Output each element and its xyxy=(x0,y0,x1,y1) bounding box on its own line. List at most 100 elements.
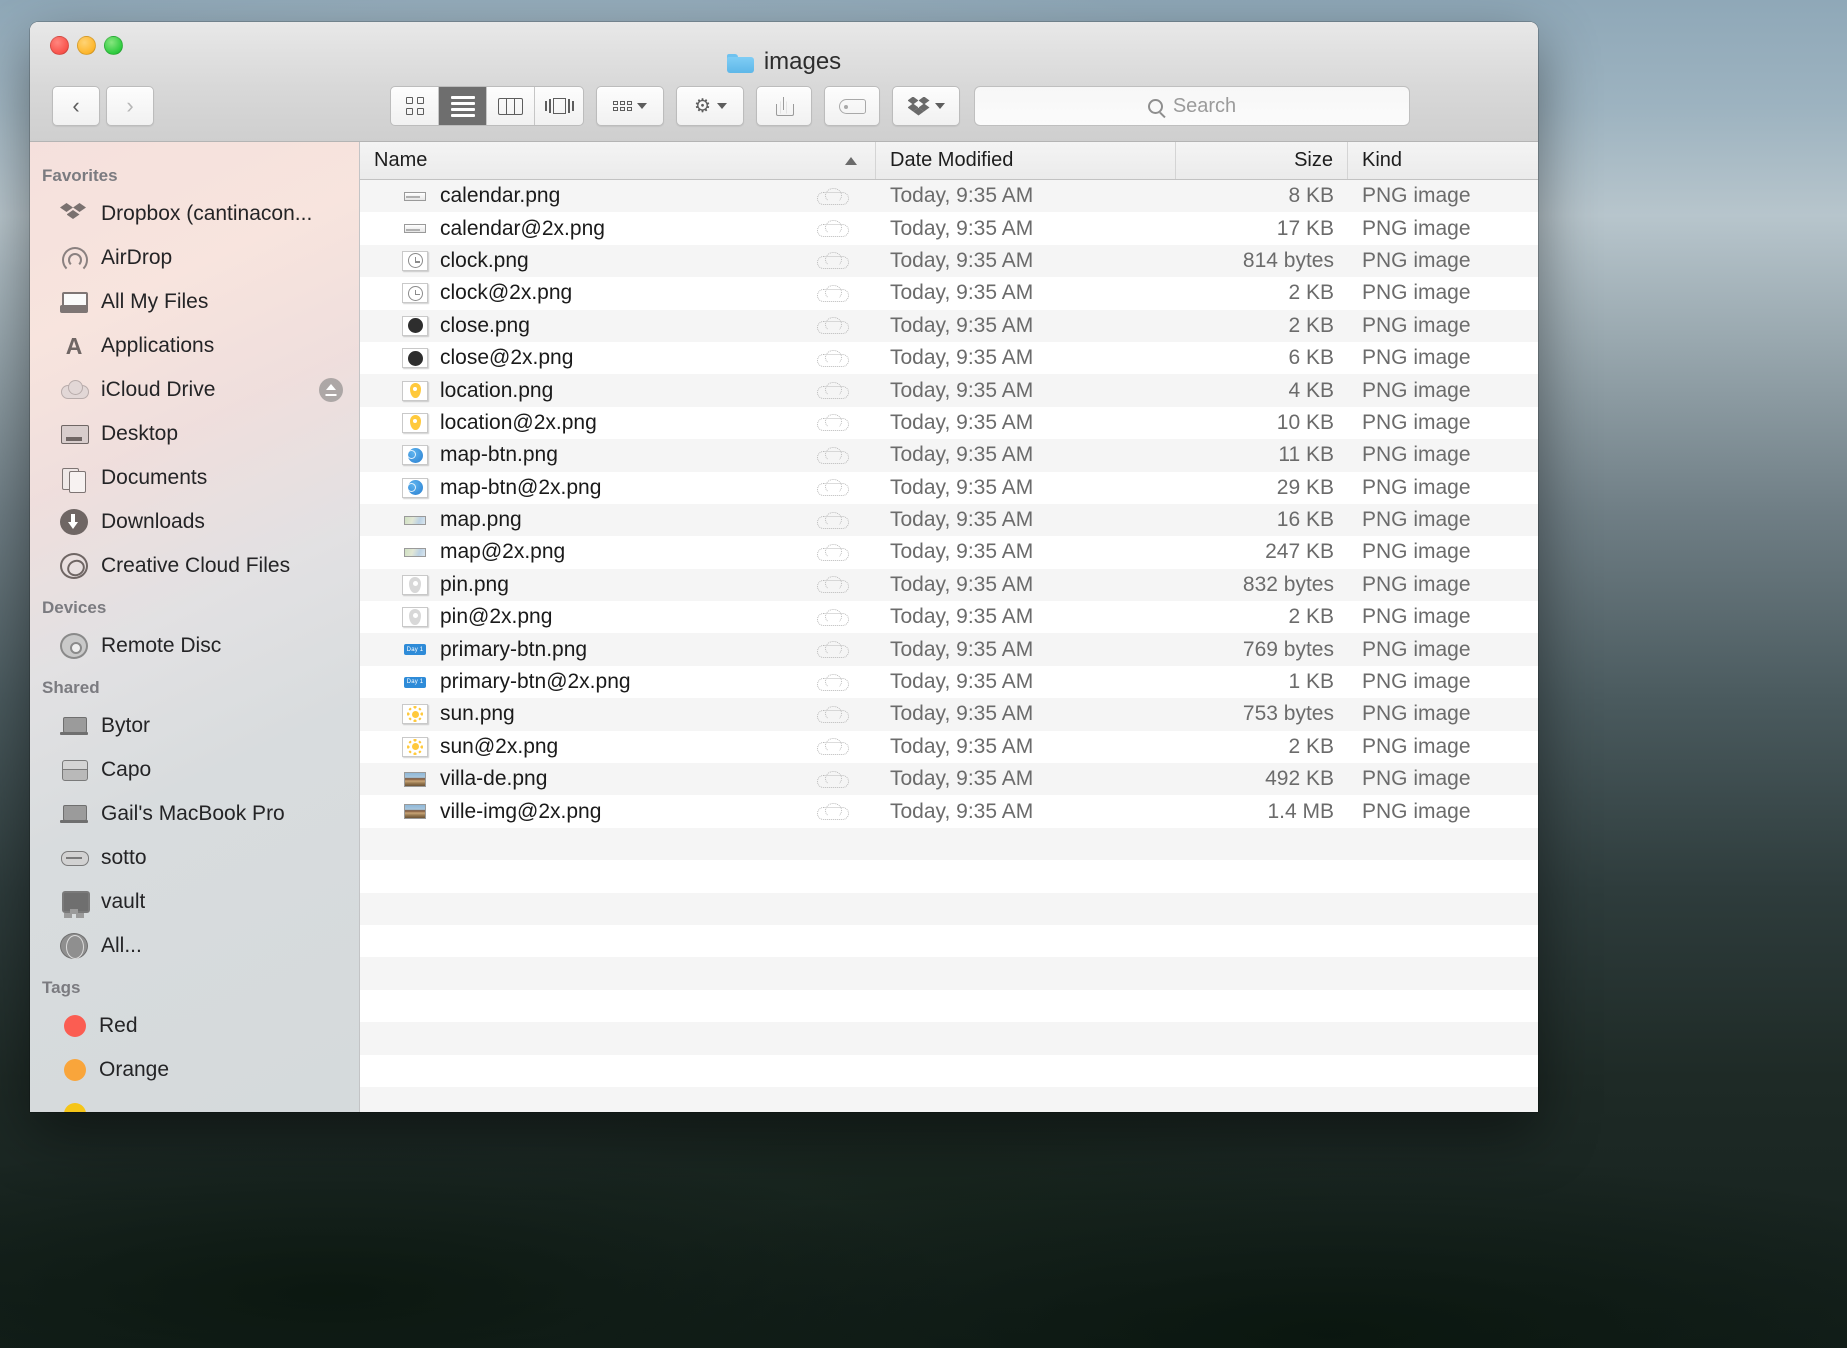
table-row[interactable]: sun@2x.pngToday, 9:35 AM2 KBPNG image xyxy=(360,731,1538,763)
file-name-cell: sun.png xyxy=(360,698,788,730)
table-row[interactable]: location.pngToday, 9:35 AM4 KBPNG image xyxy=(360,374,1538,406)
sidebar-item-downloads[interactable]: Downloads xyxy=(30,500,359,544)
edit-tags-button[interactable] xyxy=(824,86,880,126)
sidebar-item-desktop[interactable]: Desktop xyxy=(30,412,359,456)
file-size: 11 KB xyxy=(1176,439,1348,471)
table-row[interactable]: calendar@2x.pngToday, 9:35 AM17 KBPNG im… xyxy=(360,212,1538,244)
window-body: FavoritesDropbox (cantinacon...AirDropAl… xyxy=(30,142,1538,1112)
columns-icon xyxy=(498,98,523,115)
eject-icon[interactable] xyxy=(319,378,343,402)
table-row[interactable]: sun.pngToday, 9:35 AM753 bytesPNG image xyxy=(360,698,1538,730)
file-date-modified: Today, 9:35 AM xyxy=(876,212,1176,244)
action-menu-button[interactable]: ⚙ xyxy=(676,86,744,126)
file-name: primary-btn@2x.png xyxy=(440,670,631,694)
file-size: 16 KB xyxy=(1176,504,1348,536)
share-button[interactable] xyxy=(756,86,812,126)
sidebar-item-documents[interactable]: Documents xyxy=(30,456,359,500)
zoom-window-button[interactable] xyxy=(104,36,123,55)
file-thumbnail-pin xyxy=(402,575,428,595)
file-kind: PNG image xyxy=(1348,536,1538,568)
search-input[interactable]: Search xyxy=(974,86,1410,126)
sidebar-item-vault[interactable]: vault xyxy=(30,880,359,924)
sidebar-item-all-my-files[interactable]: All My Files xyxy=(30,280,359,324)
close-window-button[interactable] xyxy=(50,36,69,55)
table-row[interactable]: close@2x.pngToday, 9:35 AM6 KBPNG image xyxy=(360,342,1538,374)
file-name-cell: sun@2x.png xyxy=(360,731,788,763)
list-view-button[interactable] xyxy=(439,87,487,125)
icon-view-button[interactable] xyxy=(391,87,439,125)
villa-thumb-icon xyxy=(404,772,426,787)
file-size: 2 KB xyxy=(1176,310,1348,342)
tag-color-dot xyxy=(64,1059,86,1081)
sidebar-item-label: sotto xyxy=(101,846,147,870)
file-kind: PNG image xyxy=(1348,698,1538,730)
sync-status-cell xyxy=(788,245,876,277)
file-date-modified: Today, 9:35 AM xyxy=(876,569,1176,601)
cloud-pending-icon xyxy=(817,382,847,399)
window-titlebar[interactable]: images ‹ › xyxy=(30,22,1538,142)
file-name: close@2x.png xyxy=(440,346,573,370)
column-view-button[interactable] xyxy=(487,87,535,125)
sidebar-item-airdrop[interactable]: AirDrop xyxy=(30,236,359,280)
file-name: map@2x.png xyxy=(440,540,565,564)
sync-status-cell xyxy=(788,277,876,309)
file-name-cell: clock@2x.png xyxy=(360,277,788,309)
file-kind: PNG image xyxy=(1348,407,1538,439)
sidebar-item-gail-s-macbook-pro[interactable]: Gail's MacBook Pro xyxy=(30,792,359,836)
file-kind: PNG image xyxy=(1348,504,1538,536)
sidebar-item-applications[interactable]: AApplications xyxy=(30,324,359,368)
column-header-label: Name xyxy=(374,149,427,172)
table-row[interactable]: clock.pngToday, 9:35 AM814 bytesPNG imag… xyxy=(360,245,1538,277)
column-header-date[interactable]: Date Modified xyxy=(876,142,1176,179)
file-size: 2 KB xyxy=(1176,731,1348,763)
back-button[interactable]: ‹ xyxy=(52,86,100,126)
file-thumbnail-sun xyxy=(402,737,428,757)
dropbox-button[interactable] xyxy=(892,86,960,126)
sidebar-item-all[interactable]: All... xyxy=(30,924,359,968)
sidebar-item-dropbox-cantinacon[interactable]: Dropbox (cantinacon... xyxy=(30,192,359,236)
table-row[interactable]: map-btn@2x.pngToday, 9:35 AM29 KBPNG ima… xyxy=(360,472,1538,504)
file-date-modified: Today, 9:35 AM xyxy=(876,245,1176,277)
forward-button[interactable]: › xyxy=(106,86,154,126)
table-row[interactable]: map-btn.pngToday, 9:35 AM11 KBPNG image xyxy=(360,439,1538,471)
column-header-name[interactable]: Name xyxy=(360,142,876,179)
sidebar-item-red[interactable]: Red xyxy=(30,1004,359,1048)
table-row[interactable]: map@2x.pngToday, 9:35 AM247 KBPNG image xyxy=(360,536,1538,568)
column-header-size[interactable]: Size xyxy=(1176,142,1348,179)
table-row[interactable]: pin.pngToday, 9:35 AM832 bytesPNG image xyxy=(360,569,1538,601)
table-row[interactable]: ville-img@2x.pngToday, 9:35 AM1.4 MBPNG … xyxy=(360,795,1538,827)
sidebar-item-remote-disc[interactable]: Remote Disc xyxy=(30,624,359,668)
file-kind: PNG image xyxy=(1348,731,1538,763)
table-row[interactable]: calendar.pngToday, 9:35 AM8 KBPNG image xyxy=(360,180,1538,212)
file-name-cell: ville-img@2x.png xyxy=(360,795,788,827)
table-row[interactable]: close.pngToday, 9:35 AM2 KBPNG image xyxy=(360,310,1538,342)
table-row[interactable]: clock@2x.pngToday, 9:35 AM2 KBPNG image xyxy=(360,277,1538,309)
sidebar-item-tag[interactable] xyxy=(30,1092,359,1112)
file-date-modified: Today, 9:35 AM xyxy=(876,698,1176,730)
file-date-modified: Today, 9:35 AM xyxy=(876,633,1176,665)
sidebar-item-label: All My Files xyxy=(101,290,208,314)
column-header-kind[interactable]: Kind xyxy=(1348,142,1538,179)
table-row[interactable]: pin@2x.pngToday, 9:35 AM2 KBPNG image xyxy=(360,601,1538,633)
file-name-cell: calendar@2x.png xyxy=(360,212,788,244)
arrange-button[interactable] xyxy=(596,86,664,126)
clock-thumb-icon xyxy=(408,253,423,268)
sidebar-item-orange[interactable]: Orange xyxy=(30,1048,359,1092)
table-row[interactable]: Day 1primary-btn.pngToday, 9:35 AM769 by… xyxy=(360,633,1538,665)
table-row[interactable]: Day 1primary-btn@2x.pngToday, 9:35 AM1 K… xyxy=(360,666,1538,698)
sidebar-item-capo[interactable]: Capo xyxy=(30,748,359,792)
sidebar-item-icloud-drive[interactable]: iCloud Drive xyxy=(30,368,359,412)
sidebar-item-sotto[interactable]: sotto xyxy=(30,836,359,880)
minimize-window-button[interactable] xyxy=(77,36,96,55)
coverflow-view-button[interactable] xyxy=(535,87,583,125)
table-row[interactable]: location@2x.pngToday, 9:35 AM10 KBPNG im… xyxy=(360,407,1538,439)
table-row[interactable]: map.pngToday, 9:35 AM16 KBPNG image xyxy=(360,504,1538,536)
file-thumbnail-close xyxy=(402,348,428,368)
sidebar-item-creative-cloud-files[interactable]: Creative Cloud Files xyxy=(30,544,359,588)
sidebar-item-bytor[interactable]: Bytor xyxy=(30,704,359,748)
file-thumbnail-map xyxy=(402,542,428,562)
table-row[interactable]: villa-de.pngToday, 9:35 AM492 KBPNG imag… xyxy=(360,763,1538,795)
traffic-lights xyxy=(50,36,123,55)
all-my-files-icon xyxy=(60,289,88,315)
sidebar-item-label: Orange xyxy=(99,1058,169,1082)
